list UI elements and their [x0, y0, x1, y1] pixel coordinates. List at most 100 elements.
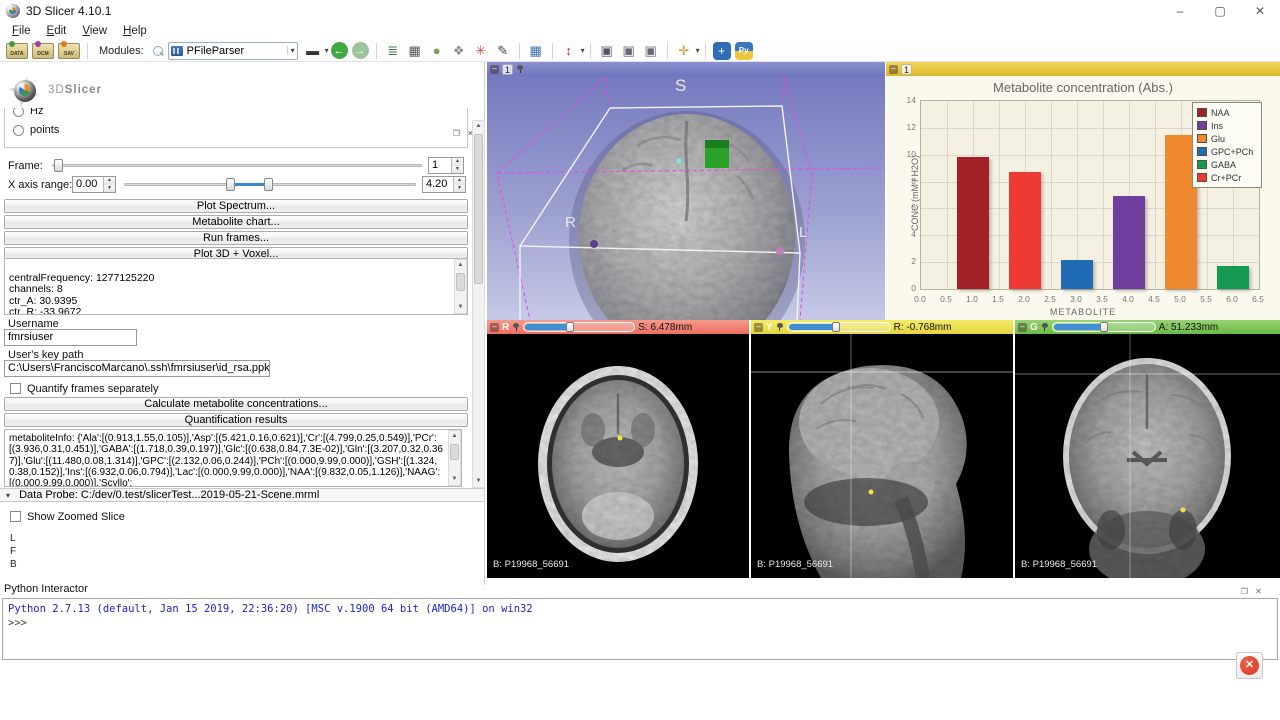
- show-zoomed-slice-checkbox[interactable]: [10, 511, 21, 522]
- chevron-down-icon[interactable]: ▾: [287, 46, 295, 55]
- close-button[interactable]: ✕: [1240, 0, 1280, 22]
- scene-view-icon[interactable]: ▣: [619, 42, 639, 60]
- module-hierarchy-icon[interactable]: ≣: [383, 42, 403, 60]
- spin-up-icon[interactable]: ▲: [454, 177, 465, 185]
- chevron-down-icon[interactable]: ▾: [696, 46, 700, 55]
- scene-views-restore-icon[interactable]: ▣: [641, 42, 661, 60]
- collapse-view-icon[interactable]: –: [1018, 323, 1027, 332]
- menu-view[interactable]: View: [74, 25, 115, 37]
- xaxis-max-spinbox[interactable]: 4.20 ▲▼: [422, 176, 466, 193]
- save-scene-icon[interactable]: SAV: [58, 43, 80, 59]
- menu-edit[interactable]: Edit: [39, 25, 75, 37]
- spin-down-icon[interactable]: ▼: [454, 185, 465, 193]
- markups-icon[interactable]: ✳: [471, 42, 491, 60]
- xaxis-min-spinbox[interactable]: 0.00 ▲▼: [72, 176, 116, 193]
- layout-icon[interactable]: ▦: [526, 42, 546, 60]
- minimize-button[interactable]: –: [1160, 0, 1200, 22]
- spin-up-icon[interactable]: ▲: [452, 158, 463, 166]
- coronal-slice-image[interactable]: B: P19968_56691: [1015, 334, 1280, 578]
- pin-icon[interactable]: [516, 65, 524, 73]
- username-input[interactable]: fmrsiuser: [4, 329, 137, 346]
- pin-icon[interactable]: [1041, 323, 1049, 331]
- volume-rendering-icon[interactable]: ▦: [405, 42, 425, 60]
- module-search-icon[interactable]: [152, 45, 164, 57]
- chart-view-header[interactable]: – 1: [886, 62, 1280, 76]
- slice-view-red[interactable]: – R S: 6.478mm B: P19968_56691: [487, 320, 749, 578]
- slice-view-yellow-header[interactable]: – Y R: -0.768mm: [751, 320, 1013, 334]
- quantify-checkbox[interactable]: [10, 383, 21, 394]
- radio-hz[interactable]: [13, 108, 24, 117]
- python-prompt[interactable]: >>>: [8, 616, 1272, 630]
- header-info-textarea[interactable]: centralFrequency: 1277125220 channels: 8…: [4, 258, 468, 315]
- python-console-icon[interactable]: Py: [735, 42, 753, 60]
- frame-spinbox[interactable]: 1 ▲▼: [428, 157, 464, 174]
- xaxis-range-slider[interactable]: [124, 177, 416, 192]
- scroll-down-icon[interactable]: ▼: [473, 476, 484, 487]
- panel-scrollbar[interactable]: ▲ ▼: [472, 120, 485, 488]
- metabolite-info-textarea[interactable]: metaboliteInfo: {'Ala':[(0.913,1.55,0.10…: [4, 429, 462, 487]
- spin-down-icon[interactable]: ▼: [452, 166, 463, 174]
- axial-slice-image[interactable]: B: P19968_56691: [487, 334, 749, 578]
- slice-view-yellow[interactable]: – Y R: -0.768mm B: P19968_56691: [751, 320, 1013, 578]
- threed-view[interactable]: – 1 S: [487, 62, 885, 320]
- slice-view-red-header[interactable]: – R S: 6.478mm: [487, 320, 749, 334]
- import-dicom-icon[interactable]: DCM: [32, 43, 54, 59]
- metabolite-chart-button[interactable]: Metabolite chart...: [4, 215, 468, 229]
- models-icon[interactable]: ●: [427, 42, 447, 60]
- radio-points[interactable]: [13, 125, 24, 136]
- slice-offset-slider[interactable]: [1052, 322, 1156, 332]
- slice-view-green[interactable]: – G A: 51.233mm B: P19968_56691: [1015, 320, 1280, 578]
- scrollbar-thumb[interactable]: [456, 273, 465, 291]
- module-selector[interactable]: PFileParser ▾: [168, 42, 298, 60]
- quantification-results-button[interactable]: Quantification results: [4, 413, 468, 427]
- scroll-down-icon[interactable]: ▼: [449, 474, 460, 485]
- pin-icon[interactable]: [776, 323, 784, 331]
- chart-view[interactable]: – 1 Metabolite concentration (Abs.) CONC…: [886, 62, 1280, 320]
- scrollbar-thumb[interactable]: [450, 444, 459, 460]
- collapse-view-icon[interactable]: –: [490, 323, 499, 332]
- chevron-down-icon[interactable]: ▾: [581, 46, 585, 55]
- crosshair-icon[interactable]: ✛: [674, 42, 694, 60]
- collapse-view-icon[interactable]: –: [490, 65, 499, 74]
- menu-file[interactable]: File: [4, 25, 39, 37]
- transforms-icon[interactable]: ❖: [449, 42, 469, 60]
- scroll-up-icon[interactable]: ▲: [473, 121, 484, 132]
- module-options-icon[interactable]: ▬: [303, 42, 323, 60]
- annotations-icon[interactable]: ✎: [493, 42, 513, 60]
- spin-up-icon[interactable]: ▲: [104, 177, 115, 185]
- calculate-concentrations-button[interactable]: Calculate metabolite concentrations...: [4, 397, 468, 411]
- history-forward-icon[interactable]: →: [352, 42, 369, 59]
- plot-spectrum-button[interactable]: Plot Spectrum...: [4, 199, 468, 213]
- undock-console-icon[interactable]: ❐: [1239, 586, 1250, 597]
- slice-view-green-header[interactable]: – G A: 51.233mm: [1015, 320, 1280, 334]
- slider-handle[interactable]: [1100, 322, 1108, 332]
- load-data-icon[interactable]: DATA: [6, 43, 28, 59]
- slice-offset-slider[interactable]: [523, 322, 635, 332]
- collapse-view-icon[interactable]: –: [754, 323, 763, 332]
- chevron-down-icon[interactable]: ▾: [325, 46, 329, 55]
- mouse-mode-icon[interactable]: ↕: [559, 42, 579, 60]
- frame-slider[interactable]: [52, 158, 422, 173]
- pin-icon[interactable]: [512, 323, 520, 331]
- threed-render-area[interactable]: S R L: [487, 76, 885, 320]
- scroll-down-icon[interactable]: ▼: [455, 302, 466, 313]
- slider-handle[interactable]: [566, 322, 574, 332]
- data-probe-header[interactable]: ▾ Data Probe: C:/dev/0.test/slicerTest..…: [0, 488, 484, 502]
- error-log-button[interactable]: ✕: [1236, 652, 1263, 679]
- menu-help[interactable]: Help: [115, 25, 155, 37]
- history-back-icon[interactable]: ←: [331, 42, 348, 59]
- slice-offset-slider[interactable]: [787, 322, 891, 332]
- maximize-button[interactable]: ▢: [1200, 0, 1240, 22]
- threed-view-header[interactable]: – 1: [487, 62, 885, 76]
- sagittal-slice-image[interactable]: B: P19968_56691: [751, 334, 1013, 578]
- scrollbar-thumb[interactable]: [474, 134, 483, 284]
- collapse-triangle-icon[interactable]: ▾: [6, 490, 10, 502]
- python-console[interactable]: Python 2.7.13 (default, Jan 15 2019, 22:…: [2, 598, 1278, 660]
- spin-down-icon[interactable]: ▼: [104, 185, 115, 193]
- slider-handle[interactable]: [832, 322, 840, 332]
- collapse-view-icon[interactable]: –: [889, 65, 898, 74]
- screenshot-icon[interactable]: ▣: [597, 42, 617, 60]
- keypath-input[interactable]: C:\Users\FranciscoMarcano\.ssh\fmrsiuser…: [4, 360, 270, 377]
- scroll-up-icon[interactable]: ▲: [455, 260, 466, 271]
- run-frames-button[interactable]: Run frames...: [4, 231, 468, 245]
